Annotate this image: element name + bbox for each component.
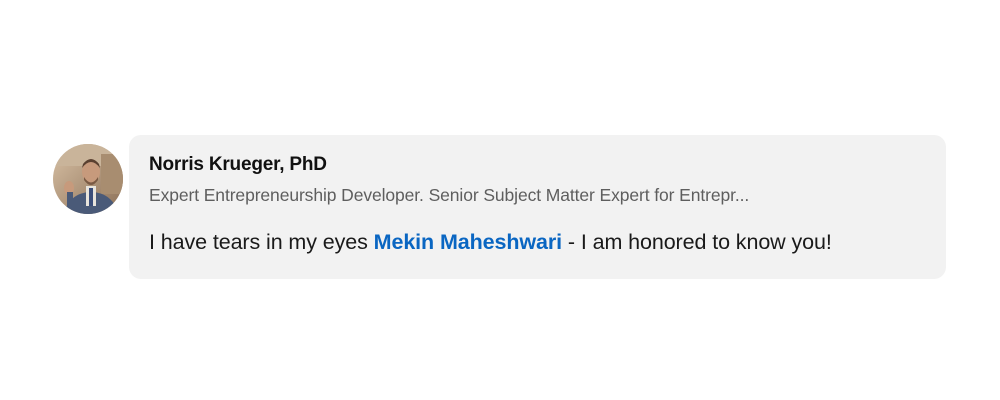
author-headline: Expert Entrepreneurship Developer. Senio… [149,185,750,205]
comment-container: Norris Krueger, PhD Expert Entrepreneurs… [0,0,1000,400]
comment-text: I have tears in my eyes Mekin Maheshwari… [149,230,832,255]
profile-photo-icon [53,144,123,214]
comment-text-before: I have tears in my eyes [149,230,374,254]
comment-text-after: - I am honored to know you! [562,230,832,254]
mention-link[interactable]: Mekin Maheshwari [374,230,562,254]
author-name[interactable]: Norris Krueger, PhD [149,154,327,176]
author-avatar[interactable] [53,144,123,214]
comment-bubble: Norris Krueger, PhD Expert Entrepreneurs… [129,135,946,279]
